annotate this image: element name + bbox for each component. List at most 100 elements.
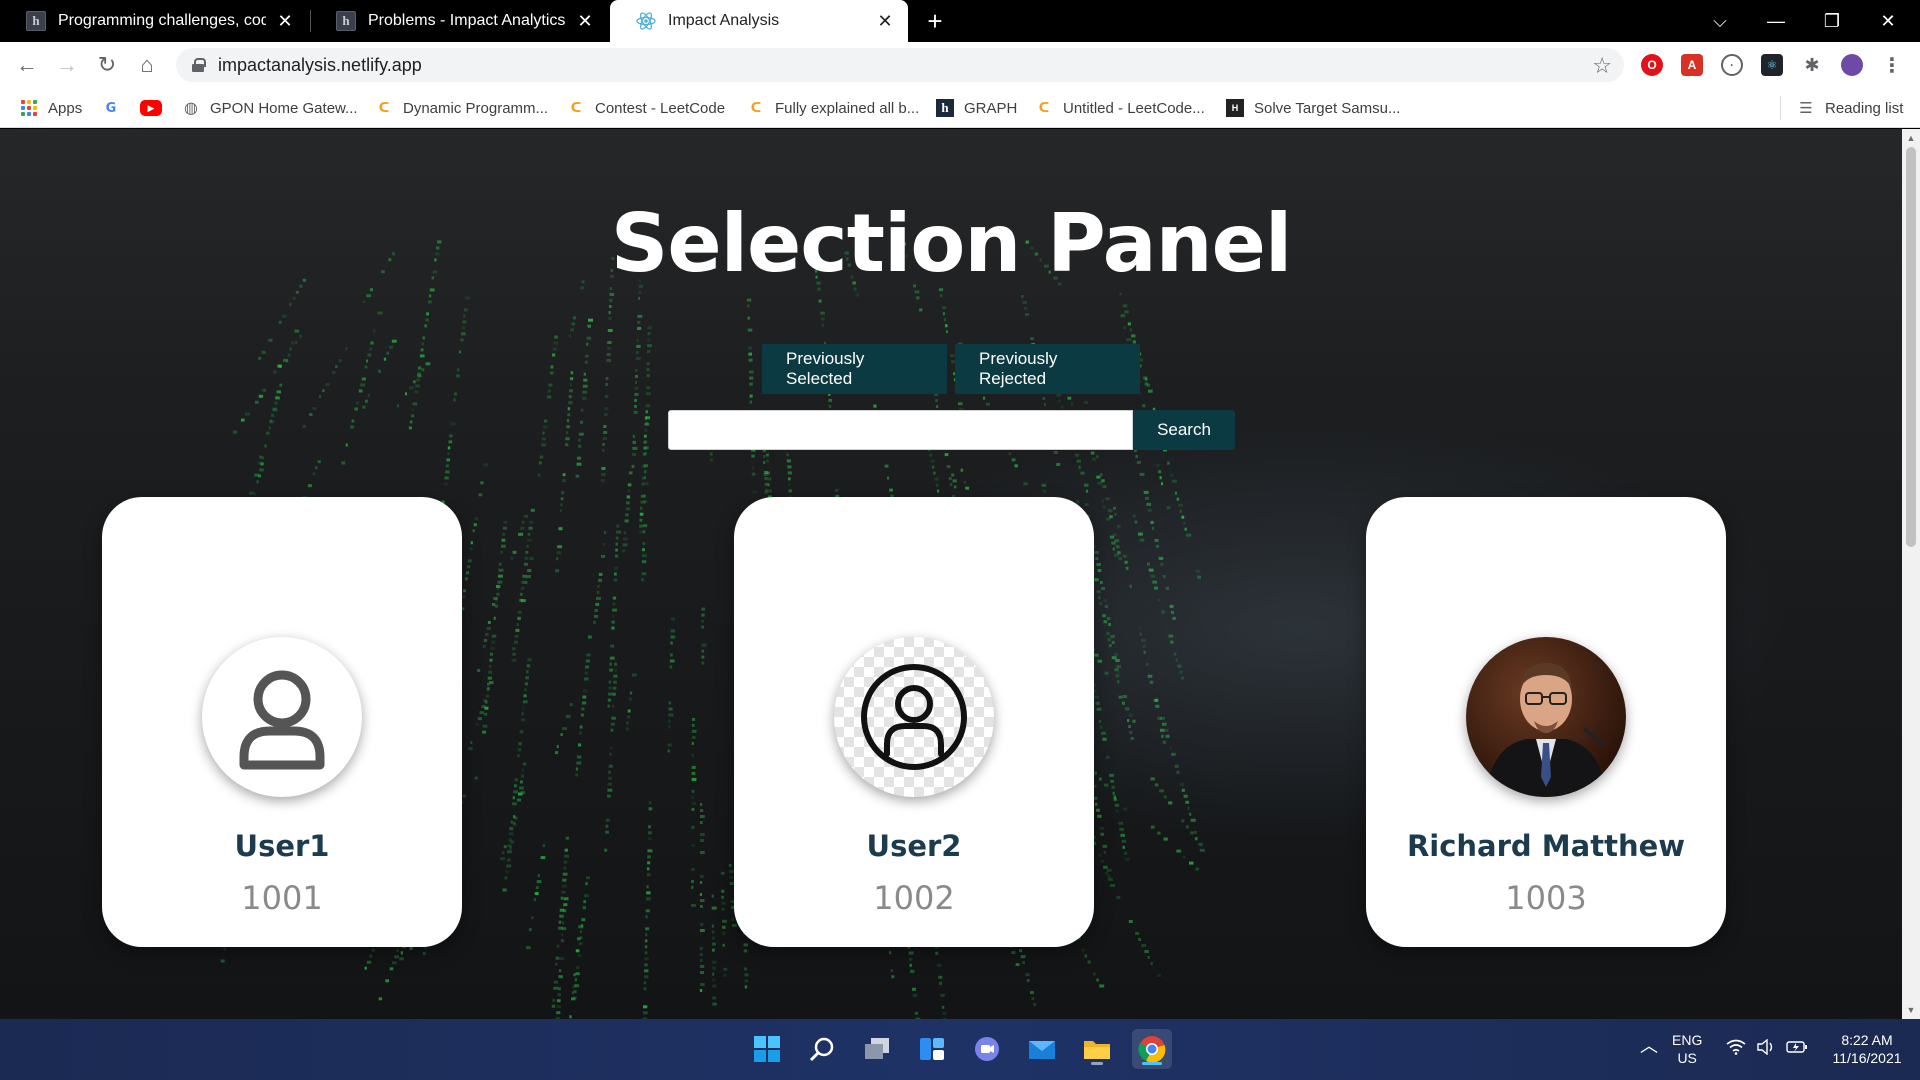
- bookmark-apps[interactable]: Apps: [20, 96, 82, 120]
- address-bar[interactable]: impactanalysis.netlify.app ☆: [176, 48, 1624, 82]
- reading-list-icon: ☰: [1799, 100, 1813, 117]
- close-tab-icon[interactable]: ✕: [576, 11, 594, 31]
- opera-extension-icon[interactable]: O: [1641, 54, 1663, 76]
- search-button[interactable]: Search: [1133, 410, 1235, 450]
- tab-problems-impact-analytics[interactable]: h Problems - Impact Analytics Softw ✕: [310, 0, 608, 42]
- youtube-icon: ▶: [140, 100, 162, 116]
- bookmark-label: GPON Home Gatew...: [210, 99, 358, 117]
- profile-avatar[interactable]: [1841, 54, 1863, 76]
- reading-list-label: Reading list: [1825, 99, 1904, 117]
- bookmark-label: Fully explained all b...: [775, 99, 920, 117]
- hackerrank-h-icon: h: [336, 11, 356, 31]
- bookmark-gpon[interactable]: ◍ GPON Home Gatew...: [182, 96, 358, 120]
- bookmark-label: Contest - LeetCode: [595, 99, 726, 117]
- user-card[interactable]: Richard Matthew 1003: [1366, 497, 1726, 947]
- mail-icon[interactable]: [1022, 1029, 1062, 1069]
- avatar: [202, 637, 362, 797]
- back-button[interactable]: ←: [13, 51, 41, 79]
- filter-buttons: Previously Selected Previously Rejected: [0, 344, 1902, 394]
- user-card[interactable]: User2 1002: [734, 497, 1094, 947]
- url-text: impactanalysis.netlify.app: [218, 54, 422, 75]
- user-photo: [1486, 663, 1606, 797]
- file-explorer-icon[interactable]: [1077, 1029, 1117, 1069]
- extensions-puzzle-icon[interactable]: ✱: [1801, 54, 1823, 76]
- chrome-icon[interactable]: [1132, 1029, 1172, 1069]
- pdf-extension-icon[interactable]: A: [1681, 54, 1703, 76]
- bookmark-dynamic-programming[interactable]: ᑕ Dynamic Programm...: [375, 96, 548, 120]
- user-id: 1003: [1505, 879, 1587, 917]
- tab-programming-challenges[interactable]: h Programming challenges, coding ✕: [0, 0, 308, 42]
- tab-search-icon[interactable]: ⌵: [1692, 0, 1748, 42]
- close-window-button[interactable]: ✕: [1860, 0, 1916, 42]
- battery-icon[interactable]: [1786, 1039, 1808, 1059]
- lock-icon[interactable]: [192, 58, 206, 72]
- bookmark-google[interactable]: G: [102, 96, 130, 120]
- user-name: Richard Matthew: [1406, 829, 1686, 863]
- bookmark-graph[interactable]: h GRAPH: [936, 96, 1017, 120]
- bookmark-contest-leetcode[interactable]: ᑕ Contest - LeetCode: [567, 96, 725, 120]
- avatar: [1466, 637, 1626, 797]
- browser-toolbar: ← → ↻ ⌂ impactanalysis.netlify.app ☆ O A…: [0, 42, 1920, 88]
- user-name: User1: [234, 829, 330, 863]
- bookmark-solve-target[interactable]: H Solve Target Samsu...: [1226, 96, 1400, 120]
- language-indicator[interactable]: ENG US: [1672, 1031, 1702, 1067]
- hackerearth-icon: H: [1226, 99, 1244, 117]
- extension-circle-icon[interactable]: ·: [1721, 54, 1743, 76]
- task-view-icon[interactable]: [857, 1029, 897, 1069]
- home-button[interactable]: ⌂: [133, 51, 161, 79]
- page-scrollbar[interactable]: ▲ ▼: [1902, 129, 1920, 1019]
- bookmark-fully-explained[interactable]: ᑕ Fully explained all b...: [747, 96, 920, 120]
- scrollbar-thumb[interactable]: [1906, 147, 1916, 547]
- windows-start-icon[interactable]: [747, 1029, 787, 1069]
- bookmark-youtube[interactable]: ▶: [140, 96, 172, 120]
- teams-chat-icon[interactable]: [967, 1029, 1007, 1069]
- clock[interactable]: 8:22 AM 11/16/2021: [1824, 1031, 1910, 1067]
- chrome-menu-icon[interactable]: ⋮: [1881, 54, 1903, 77]
- scroll-up-arrow-icon[interactable]: ▲: [1906, 133, 1916, 143]
- close-tab-icon[interactable]: ✕: [276, 11, 294, 31]
- user-name: User2: [866, 829, 962, 863]
- widgets-icon[interactable]: [912, 1029, 952, 1069]
- bookmarks-bar: Apps G ▶ ◍ GPON Home Gatew... ᑕ Dynamic …: [0, 88, 1920, 128]
- reading-list-button[interactable]: ☰ Reading list: [1780, 96, 1903, 120]
- search-input[interactable]: [668, 410, 1133, 450]
- forward-button[interactable]: →: [53, 51, 81, 79]
- running-indicator: [1091, 1062, 1103, 1065]
- leetcode-icon: ᑕ: [1038, 100, 1050, 115]
- bookmark-label: Solve Target Samsu...: [1254, 99, 1401, 117]
- scroll-down-arrow-icon[interactable]: ▼: [1906, 1005, 1916, 1015]
- bookmark-label: Apps: [48, 99, 83, 117]
- hackerrank-h-icon: h: [936, 99, 954, 117]
- avatar: [834, 637, 994, 797]
- apps-grid-icon: [20, 99, 38, 117]
- user-circle-outline-icon: [861, 664, 967, 770]
- chevron-up-icon[interactable]: ︿: [1640, 1037, 1658, 1055]
- search-icon[interactable]: [802, 1029, 842, 1069]
- previously-selected-button[interactable]: Previously Selected: [762, 344, 947, 394]
- active-indicator: [1142, 1062, 1162, 1065]
- leetcode-icon: ᑕ: [570, 100, 582, 115]
- bookmark-untitled-leetcode[interactable]: ᑕ Untitled - LeetCode...: [1035, 96, 1205, 120]
- bookmark-star-icon[interactable]: ☆: [1592, 53, 1612, 79]
- browser-tab-strip: h Programming challenges, coding ✕ h Pro…: [0, 0, 1920, 42]
- tab-title: Impact Analysis: [668, 12, 780, 29]
- user-id: 1002: [873, 879, 955, 917]
- leetcode-icon: ᑕ: [750, 100, 762, 115]
- react-devtools-icon[interactable]: ⚛: [1761, 54, 1783, 76]
- close-tab-icon[interactable]: ✕: [876, 11, 894, 31]
- new-tab-button[interactable]: +: [920, 6, 950, 36]
- volume-icon[interactable]: [1756, 1038, 1776, 1059]
- wifi-icon[interactable]: [1726, 1039, 1746, 1059]
- page-title: Selection Panel: [610, 197, 1293, 290]
- reload-button[interactable]: ↻: [93, 51, 121, 79]
- user-card[interactable]: User1 1001: [102, 497, 462, 947]
- minimize-button[interactable]: —: [1748, 0, 1804, 42]
- bookmark-label: Untitled - LeetCode...: [1063, 99, 1205, 117]
- tab-impact-analysis[interactable]: Impact Analysis ✕: [610, 0, 908, 42]
- clock-time: 8:22 AM: [1841, 1032, 1893, 1048]
- leetcode-icon: ᑕ: [378, 100, 390, 115]
- restore-button[interactable]: ❐: [1804, 0, 1860, 42]
- globe-icon: ◍: [184, 100, 198, 117]
- previously-rejected-button[interactable]: Previously Rejected: [955, 344, 1140, 394]
- page-viewport: Selection Panel Previously Selected Prev…: [0, 129, 1902, 1019]
